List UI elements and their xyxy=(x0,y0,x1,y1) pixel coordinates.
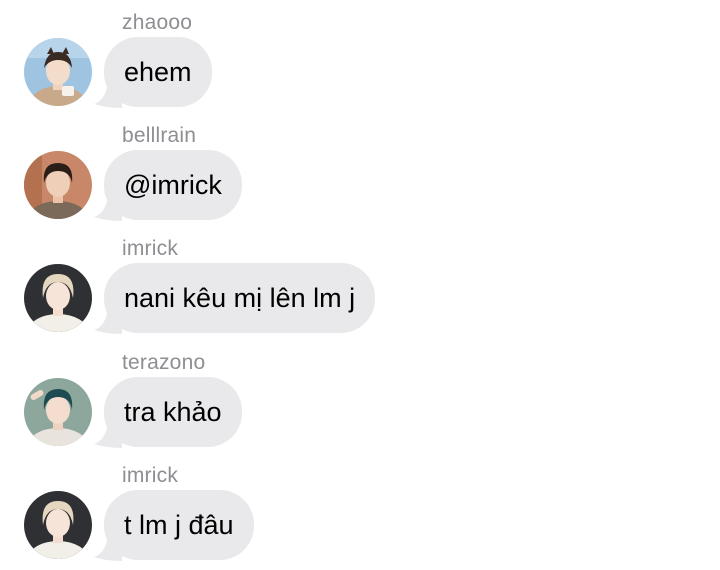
sender-name: imrick xyxy=(122,464,179,487)
avatar-zhaooo-image xyxy=(24,38,92,106)
avatar-terazono-image xyxy=(24,378,92,446)
message-row: zhaooo ehem xyxy=(0,10,720,120)
chat-thread: zhaooo ehem belllrain @imrick imrick nan… xyxy=(0,0,720,570)
sender-name: zhaooo xyxy=(122,11,193,34)
message-row: imrick t lm j đâu xyxy=(0,463,720,570)
message-bubble[interactable]: ehem xyxy=(104,37,212,107)
avatar[interactable] xyxy=(24,378,92,446)
message-row: belllrain @imrick xyxy=(0,123,720,233)
message-bubble[interactable]: nani kêu mị lên lm j xyxy=(104,263,376,333)
avatar[interactable] xyxy=(24,38,92,106)
sender-name: belllrain xyxy=(122,124,197,147)
sender-name: imrick xyxy=(122,237,179,260)
avatar[interactable] xyxy=(24,151,92,219)
avatar-imrick-image xyxy=(24,491,92,559)
message-bubble[interactable]: tra khảo xyxy=(104,377,242,447)
message-row: terazono tra khảo xyxy=(0,350,720,460)
avatar[interactable] xyxy=(24,491,92,559)
avatar-imrick-image xyxy=(24,264,92,332)
message-bubble[interactable]: t lm j đâu xyxy=(104,490,254,560)
sender-name: terazono xyxy=(122,351,206,374)
avatar[interactable] xyxy=(24,264,92,332)
avatar-belllrain-image xyxy=(24,151,92,219)
message-bubble[interactable]: @imrick xyxy=(104,150,242,220)
message-row: imrick nani kêu mị lên lm j xyxy=(0,236,720,346)
